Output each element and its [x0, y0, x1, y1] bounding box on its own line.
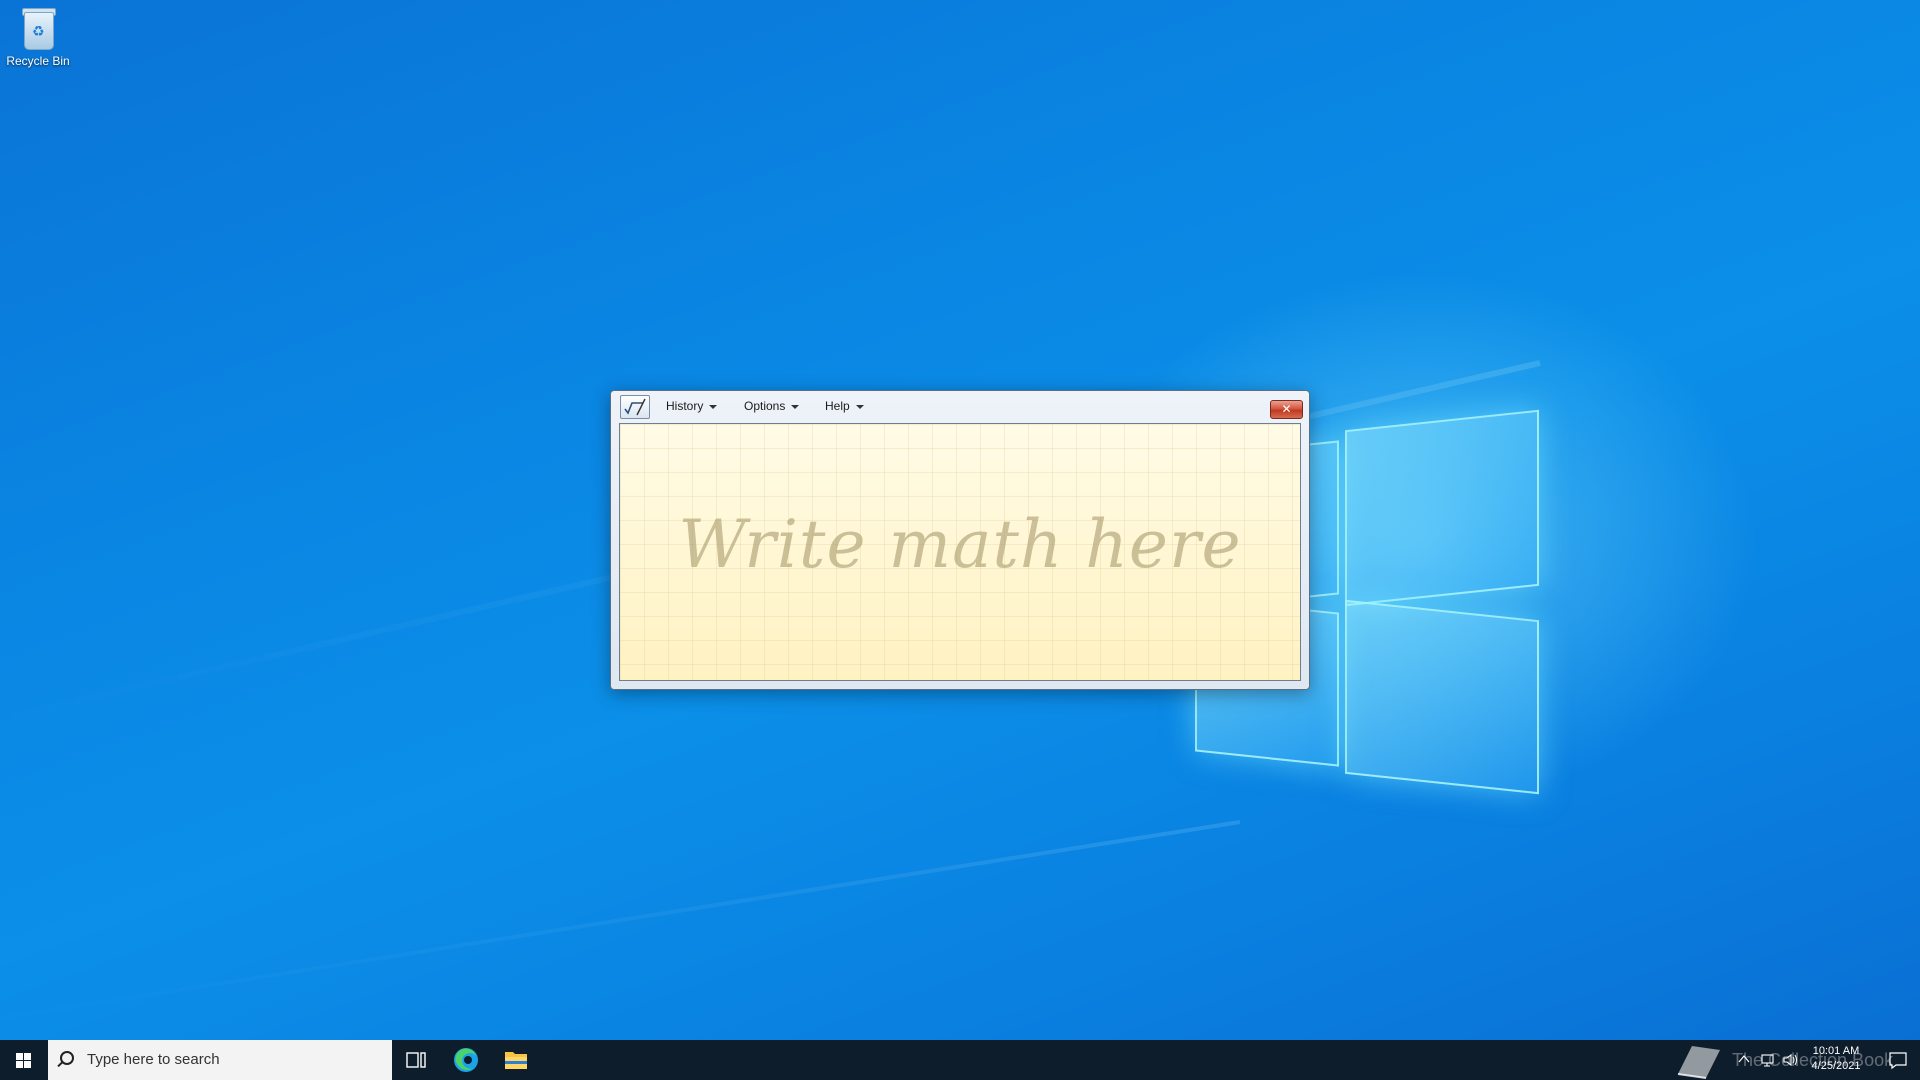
close-icon: ✕ — [1281, 402, 1292, 416]
menu-options-label: Options — [744, 399, 786, 413]
writing-area-hint: Write math here — [678, 506, 1242, 583]
chevron-up-icon — [1738, 1055, 1750, 1063]
math-input-panel-window: History Options Help ✕ Write math here — [610, 390, 1310, 690]
chevron-down-icon — [855, 404, 864, 409]
edge-icon — [454, 1048, 478, 1072]
clock-time: 10:01 AM — [1812, 1045, 1860, 1057]
recycle-bin-icon: ♻ — [20, 6, 56, 50]
desktop-icon-label: Recycle Bin — [6, 54, 70, 68]
window-titlebar: History Options Help ✕ — [611, 391, 1309, 423]
chevron-down-icon — [791, 404, 800, 409]
menu-history-label: History — [666, 399, 704, 413]
wallpaper-light-beam — [0, 820, 1241, 1031]
clock[interactable]: 10:01 AM 4/25/2021 — [1798, 1044, 1874, 1074]
start-button[interactable] — [0, 1040, 48, 1080]
show-hidden-icons-button[interactable] — [1737, 1052, 1751, 1080]
menu-history[interactable]: History — [666, 399, 718, 413]
writing-area[interactable]: Write math here — [619, 423, 1301, 681]
action-center-button[interactable] — [1876, 1040, 1920, 1080]
menu-help[interactable]: Help — [825, 399, 864, 413]
file-explorer-button[interactable] — [492, 1040, 540, 1080]
search-input[interactable]: Type here to search — [48, 1040, 392, 1080]
math-input-panel-icon[interactable] — [620, 395, 650, 419]
search-placeholder: Type here to search — [87, 1051, 220, 1068]
volume-button[interactable] — [1782, 1052, 1798, 1080]
menu-options[interactable]: Options — [744, 399, 800, 413]
taskbar: Type here to search The Collection Book — [0, 1040, 1920, 1080]
task-view-button[interactable] — [392, 1040, 440, 1080]
task-view-icon — [406, 1052, 426, 1068]
network-icon — [1761, 1054, 1774, 1067]
close-button[interactable]: ✕ — [1270, 400, 1303, 419]
chevron-down-icon — [709, 404, 718, 409]
book-icon — [1677, 1046, 1720, 1079]
notification-icon — [1889, 1052, 1907, 1070]
clock-date: 4/25/2021 — [1811, 1060, 1861, 1072]
file-explorer-icon — [505, 1052, 527, 1069]
network-button[interactable] — [1760, 1052, 1776, 1080]
menu-help-label: Help — [825, 399, 850, 413]
search-icon — [60, 1051, 74, 1065]
speaker-icon — [1783, 1053, 1797, 1067]
edge-button[interactable] — [442, 1040, 490, 1080]
desktop-icon-recycle-bin[interactable]: ♻ Recycle Bin — [4, 6, 72, 68]
